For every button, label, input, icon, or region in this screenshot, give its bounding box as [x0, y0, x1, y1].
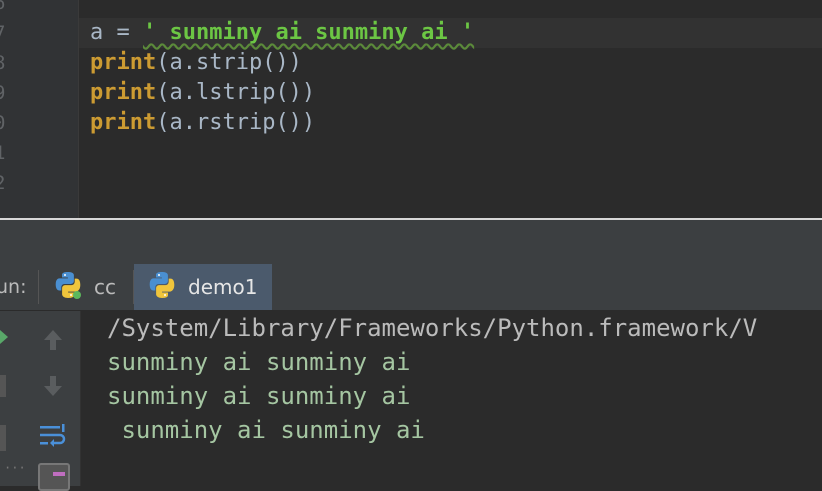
console-output-line: /System/Library/Frameworks/Python.framew… [107, 314, 758, 342]
more-icon[interactable]: ··· [4, 461, 26, 475]
tab-separator [38, 270, 39, 304]
print-icon[interactable] [38, 463, 70, 491]
code-line-print-strip[interactable]: print(a.strip()) [90, 48, 302, 78]
print-builtin: print [90, 50, 157, 75]
tab-demo1[interactable]: demo1 [134, 264, 272, 310]
run-panel-label: un: [0, 276, 27, 298]
string-literal: ' sunminy ai sunminy ai ' [143, 20, 475, 45]
tab-cc[interactable]: cc [40, 264, 132, 310]
stop-icon[interactable] [0, 375, 6, 397]
line-number: 7 [0, 18, 14, 48]
call-args: (a.rstrip()) [156, 110, 316, 135]
code-line-print-lstrip[interactable]: print(a.lstrip()) [90, 78, 315, 108]
python-icon [146, 269, 178, 306]
console-output-line: sunminy ai sunminy ai [107, 348, 411, 376]
rerun-icon[interactable] [0, 329, 10, 348]
console-output-line: sunminy ai sunminy ai [107, 416, 425, 444]
tab-label: demo1 [188, 275, 258, 299]
call-args: (a.lstrip()) [156, 80, 316, 105]
print-builtin: print [90, 110, 157, 135]
run-tab-bar: un: cc demo1 [0, 264, 822, 311]
run-controls-strip: ··· [0, 311, 26, 486]
tab-label: cc [94, 275, 116, 299]
code-editor[interactable]: 6 7 8 9 0 1 2 a = ' sunminy ai sunminy a… [0, 0, 822, 218]
call-args: (a.strip()) [156, 50, 302, 75]
code-line-print-rstrip[interactable]: print(a.rstrip()) [90, 108, 315, 138]
scroll-down-icon[interactable] [38, 371, 68, 401]
code-line-assignment[interactable]: a = ' sunminy ai sunminy ai ' [90, 18, 474, 48]
soft-wrap-icon[interactable] [38, 421, 68, 451]
assign-operator: = [103, 20, 143, 45]
line-number: 2 [0, 168, 14, 198]
console-toolbar [24, 311, 81, 491]
line-number: 0 [0, 108, 14, 138]
line-number: 1 [0, 138, 14, 168]
console-output-line: sunminy ai sunminy ai [107, 382, 411, 410]
variable-name: a [90, 20, 104, 45]
print-builtin: print [90, 80, 157, 105]
scroll-up-icon[interactable] [38, 325, 68, 355]
line-number: 8 [0, 48, 14, 78]
line-number: 9 [0, 78, 14, 108]
pause-icon[interactable] [0, 425, 6, 451]
run-console[interactable]: ··· /System/Library/Frameworks/Python.fr… [0, 311, 822, 491]
line-number: 6 [0, 0, 14, 18]
panel-gap [0, 220, 822, 264]
line-number-gutter: 6 7 8 9 0 1 2 [0, 0, 79, 218]
python-icon [52, 269, 84, 306]
